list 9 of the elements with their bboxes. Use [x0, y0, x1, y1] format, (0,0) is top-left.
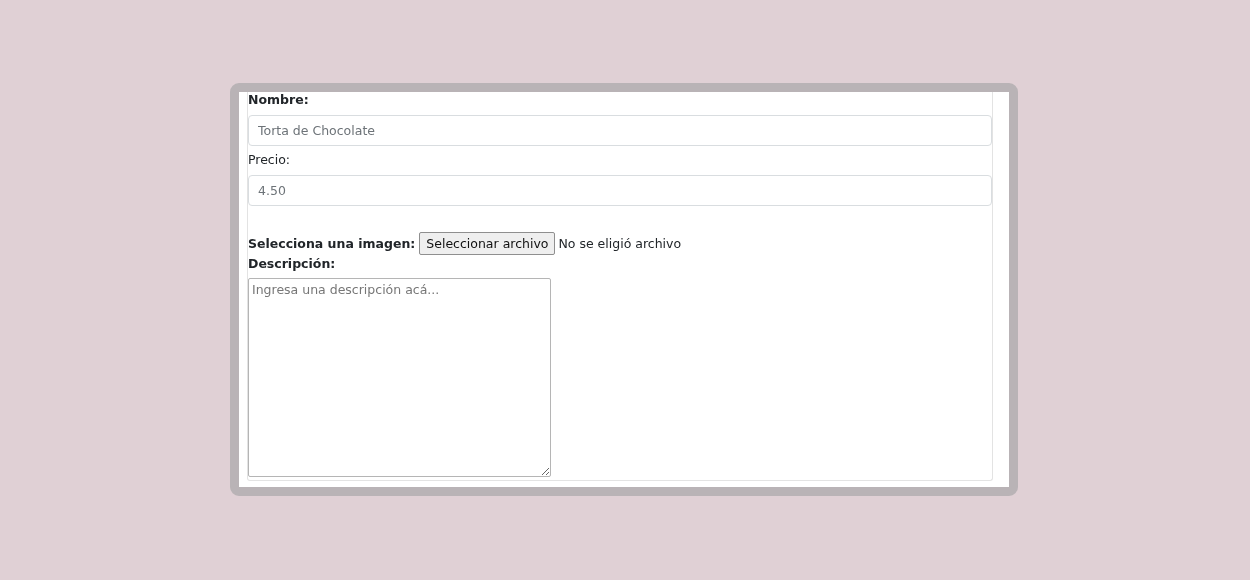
- price-input[interactable]: 4.50: [248, 175, 992, 206]
- image-label: Selecciona una imagen:: [248, 235, 416, 251]
- choose-file-button[interactable]: Seleccionar archivo: [419, 231, 556, 255]
- file-status: No se eligió archivo: [558, 235, 682, 251]
- name-input[interactable]: Torta de Chocolate: [248, 115, 992, 146]
- price-label: Precio:: [248, 152, 291, 168]
- description-label: Descripción:: [248, 256, 336, 272]
- description-textarea[interactable]: Ingresa una descripción acá...: [248, 278, 551, 477]
- name-label: Nombre:: [248, 92, 309, 108]
